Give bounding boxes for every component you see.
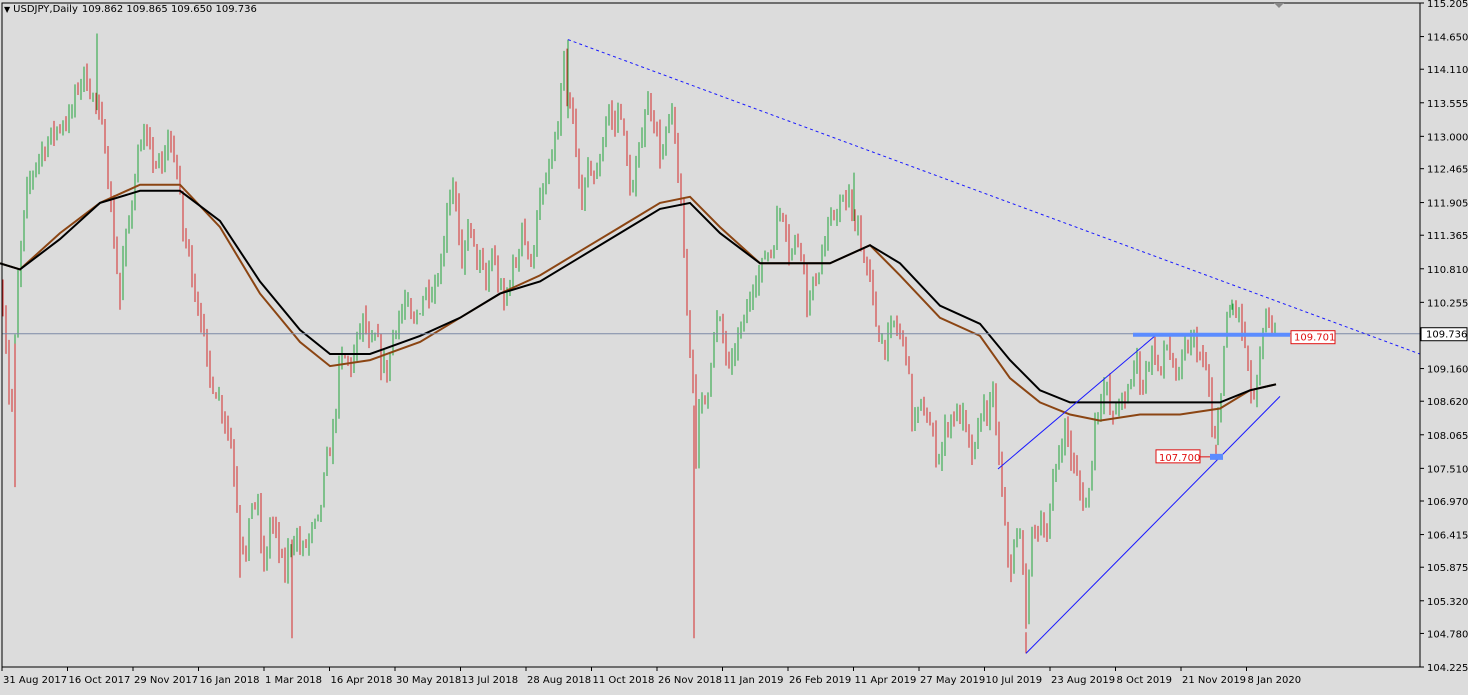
y-tick-label: 114.650 <box>1427 33 1468 44</box>
support-label: 107.700 <box>1159 453 1200 464</box>
x-tick-label: 23 Aug 2019 <box>1051 675 1115 686</box>
y-tick-label: 105.875 <box>1427 563 1468 574</box>
x-tick-label: 29 Nov 2017 <box>134 675 198 686</box>
y-tick-label: 112.465 <box>1427 165 1468 176</box>
symbol-label: USDJPY,Daily <box>13 4 78 15</box>
y-tick-label: 111.905 <box>1427 199 1468 210</box>
y-tick-label: 107.510 <box>1427 464 1468 475</box>
y-tick-label: 105.320 <box>1427 597 1468 608</box>
chart-root: 109.701 107.700 115.205 114.650 114.110 113.… <box>0 0 1468 691</box>
y-tick-label: 108.065 <box>1427 431 1468 442</box>
x-tick-label: 1 Mar 2018 <box>265 675 322 686</box>
y-tick-label: 110.255 <box>1427 298 1468 309</box>
y-tick-label: 113.555 <box>1427 99 1468 110</box>
y-tick-label: 106.415 <box>1427 531 1468 542</box>
x-tick-label: 10 Jul 2019 <box>986 675 1043 686</box>
x-tick-label: 21 Nov 2019 <box>1182 675 1246 686</box>
x-tick-label: 28 Aug 2018 <box>527 675 591 686</box>
resistance-label: 109.701 <box>1294 333 1335 344</box>
y-tick-label: 106.970 <box>1427 497 1468 508</box>
x-tick-label: 27 May 2019 <box>920 675 985 686</box>
x-tick-label: 16 Jan 2018 <box>200 675 260 686</box>
x-tick-label: 11 Oct 2018 <box>593 675 655 686</box>
x-tick-label: 16 Apr 2018 <box>331 675 393 686</box>
current-price-label: 109.736 <box>1426 330 1467 341</box>
triangle-down-icon[interactable]: ▼ <box>4 5 10 14</box>
x-tick-label: 26 Nov 2018 <box>658 675 722 686</box>
y-tick-label: 115.205 <box>1427 0 1468 10</box>
x-tick-label: 11 Apr 2019 <box>855 675 917 686</box>
y-tick-label: 113.000 <box>1427 132 1468 143</box>
chart-header[interactable]: ▼ USDJPY,Daily 109.862 109.865 109.650 109… <box>4 4 257 15</box>
y-tick-label: 110.810 <box>1427 265 1468 276</box>
y-tick-label: 104.225 <box>1427 663 1468 674</box>
price-chart[interactable]: 109.701 107.700 115.205 114.650 114.110 113.… <box>0 0 1468 691</box>
y-tick-label: 108.620 <box>1427 397 1468 408</box>
x-tick-label: 31 Aug 2017 <box>3 675 67 686</box>
x-tick-label: 8 Oct 2019 <box>1117 675 1172 686</box>
y-tick-label: 109.160 <box>1427 365 1468 376</box>
x-tick-label: 11 Jan 2019 <box>724 675 784 686</box>
y-tick-label: 111.365 <box>1427 231 1468 242</box>
x-tick-label: 16 Oct 2017 <box>69 675 131 686</box>
y-tick-label: 114.110 <box>1427 65 1468 76</box>
x-tick-label: 30 May 2018 <box>396 675 461 686</box>
x-tick-label: 26 Feb 2019 <box>789 675 851 686</box>
x-tick-label: 13 Jul 2018 <box>462 675 519 686</box>
support-marker <box>1210 453 1223 460</box>
x-tick-label: 8 Jan 2020 <box>1248 675 1302 686</box>
ohlc-readout: 109.862 109.865 109.650 109.736 <box>81 4 257 15</box>
y-tick-label: 104.780 <box>1427 629 1468 640</box>
